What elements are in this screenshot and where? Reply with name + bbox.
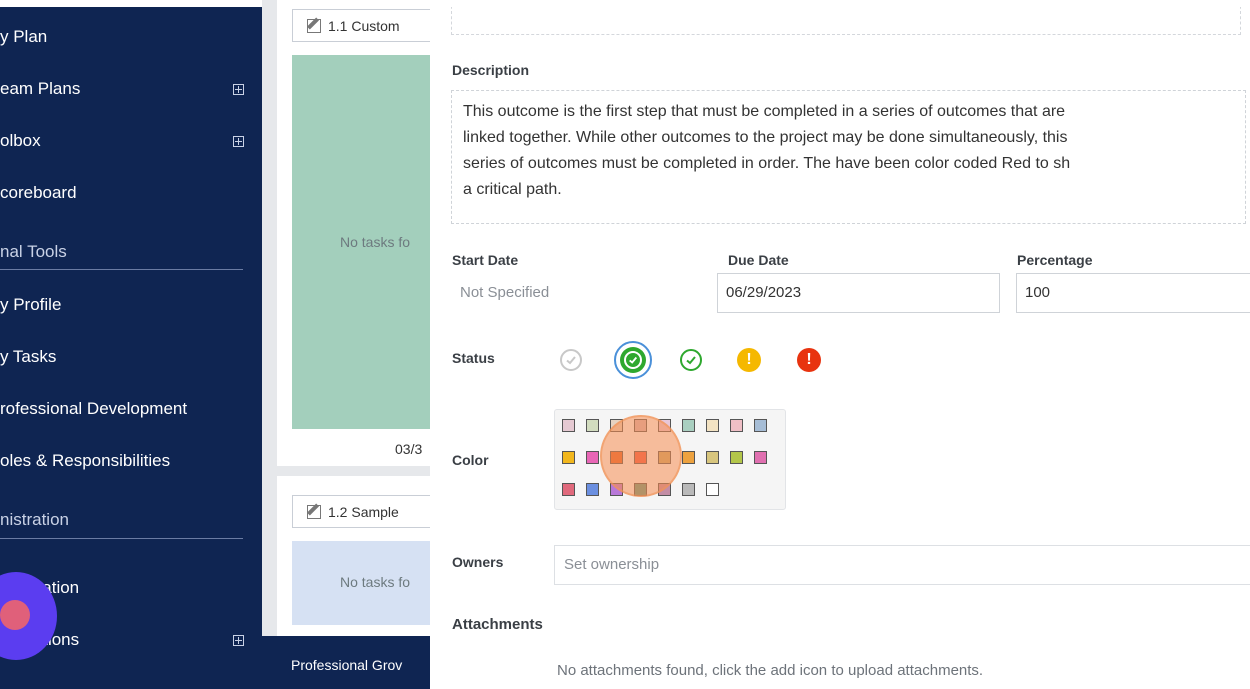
sidebar-item-label: olbox xyxy=(0,131,41,150)
sidebar-item-professional-development[interactable]: rofessional Development xyxy=(0,399,187,419)
click-highlight-indicator xyxy=(600,415,682,497)
edit-icon[interactable] xyxy=(307,504,321,519)
attachments-label: Attachments xyxy=(452,616,543,633)
sidebar-item-label: oles & Responsibilities xyxy=(0,451,171,470)
percentage-input[interactable]: 100 xyxy=(1016,273,1250,313)
outcome-card-title-text: 1.2 Sample xyxy=(328,503,399,520)
status-label: Status xyxy=(452,350,495,366)
color-swatch[interactable] xyxy=(754,419,767,432)
color-swatch[interactable] xyxy=(706,483,719,496)
sidebar-item-roles-responsibilities[interactable]: oles & Responsibilities xyxy=(0,451,170,471)
status-warning-icon[interactable]: ! xyxy=(737,348,761,372)
description-line: a critical path. xyxy=(463,181,562,198)
description-label: Description xyxy=(452,62,530,78)
sidebar-divider xyxy=(0,538,243,539)
edit-icon[interactable] xyxy=(307,18,321,33)
sidebar-item-label: rofessional Development xyxy=(0,399,188,418)
sidebar-divider xyxy=(0,269,243,270)
outcome-due-date: 03/3 xyxy=(395,441,423,457)
status-complete-icon[interactable] xyxy=(620,347,646,373)
sidebar-item-my-profile[interactable]: y Profile xyxy=(0,295,61,315)
color-swatch[interactable] xyxy=(562,451,575,464)
status-not-started-icon[interactable] xyxy=(560,349,582,371)
sidebar-item-my-tasks[interactable]: y Tasks xyxy=(0,347,56,367)
start-date-label: Start Date xyxy=(452,252,519,268)
sidebar-item-my-plan[interactable]: y Plan xyxy=(0,27,47,47)
start-date-input[interactable]: Not Specified xyxy=(451,273,717,313)
percentage-label: Percentage xyxy=(1017,252,1093,268)
description-line: This outcome is the first step that must… xyxy=(463,103,1066,120)
color-swatch[interactable] xyxy=(586,451,599,464)
cursor-indicator-icon xyxy=(0,600,30,630)
attachments-empty-text: No attachments found, click the add icon… xyxy=(557,662,984,679)
sidebar-section-label: nistration xyxy=(0,510,69,529)
sidebar-section-label: nal Tools xyxy=(0,242,67,261)
sidebar-section-personal-tools: nal Tools xyxy=(0,242,67,262)
footer-bar: Professional Grov xyxy=(262,636,430,689)
expand-plus-icon[interactable] xyxy=(233,84,244,95)
sidebar-section-administration: nistration xyxy=(0,510,69,530)
sidebar-item-team-plans[interactable]: eam Plans xyxy=(0,79,80,99)
color-swatch[interactable] xyxy=(586,419,599,432)
sidebar-item-toolbox[interactable]: olbox xyxy=(0,131,41,151)
color-swatch[interactable] xyxy=(754,451,767,464)
sidebar-item-label: coreboard xyxy=(0,183,77,202)
no-tasks-text: No tasks fo xyxy=(340,234,411,250)
color-swatch[interactable] xyxy=(682,451,695,464)
sidebar-item-label: y Tasks xyxy=(0,347,57,366)
footer-text: Professional Grov xyxy=(291,657,403,673)
owners-label: Owners xyxy=(452,554,504,570)
sidebar-item-scoreboard[interactable]: coreboard xyxy=(0,183,77,203)
color-swatch[interactable] xyxy=(586,483,599,496)
panel-top-strip xyxy=(430,0,1250,7)
color-label: Color xyxy=(452,452,489,468)
outcome-card-title[interactable]: 1.2 Sample xyxy=(292,495,432,528)
no-tasks-text: No tasks fo xyxy=(340,574,411,590)
status-critical-icon[interactable]: ! xyxy=(797,348,821,372)
description-field[interactable]: This outcome is the first step that must… xyxy=(451,90,1246,224)
color-swatch[interactable] xyxy=(562,419,575,432)
description-line: series of outcomes must be completed in … xyxy=(463,155,1071,172)
expand-plus-icon[interactable] xyxy=(233,635,244,646)
outcome-card-title-text: 1.1 Custom xyxy=(328,17,400,34)
expand-plus-icon[interactable] xyxy=(233,136,244,147)
color-swatch[interactable] xyxy=(730,419,743,432)
description-line: linked together. While other outcomes to… xyxy=(463,129,1068,146)
sidebar-item-label: y Profile xyxy=(0,295,62,314)
outcome-detail-panel: Linked Outcome Series Description This o… xyxy=(430,0,1250,689)
sidebar-item-label: eam Plans xyxy=(0,79,81,98)
owners-input[interactable]: Set ownership xyxy=(554,545,1250,585)
color-swatch[interactable] xyxy=(562,483,575,496)
due-date-input[interactable]: 06/29/2023 xyxy=(717,273,1000,313)
color-swatch[interactable] xyxy=(706,419,719,432)
color-swatch[interactable] xyxy=(682,419,695,432)
outcome-card-title[interactable]: 1.1 Custom xyxy=(292,9,432,42)
status-on-track-icon[interactable] xyxy=(680,349,702,371)
due-date-label: Due Date xyxy=(728,252,789,268)
color-swatch[interactable] xyxy=(706,451,719,464)
color-swatch[interactable] xyxy=(682,483,695,496)
sidebar-item-label: y Plan xyxy=(0,27,48,46)
color-swatch[interactable] xyxy=(730,451,743,464)
